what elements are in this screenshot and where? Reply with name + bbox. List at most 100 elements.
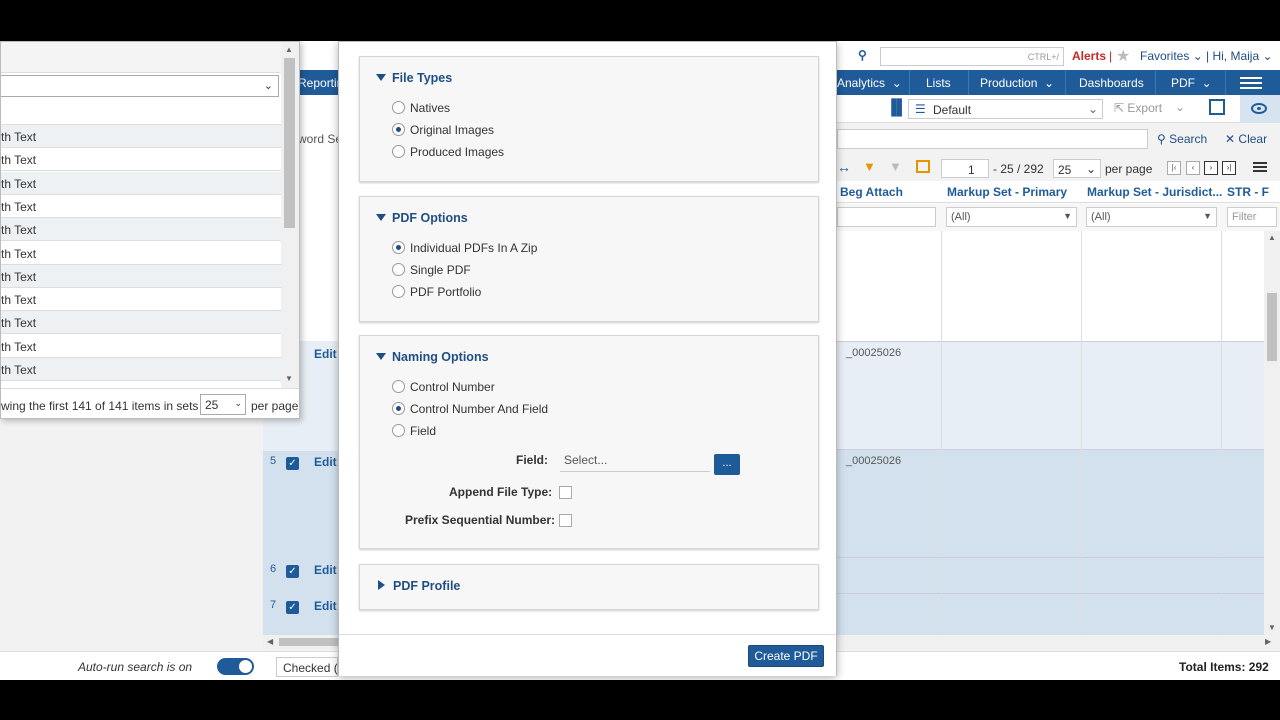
edit-link[interactable]: Edit [314, 347, 337, 361]
alerts-link[interactable]: Alerts [1072, 49, 1106, 63]
per-page-select[interactable]: 25 ⌄ [1053, 159, 1101, 178]
column-header[interactable]: STR - F [1227, 185, 1277, 199]
row-checkbox[interactable]: ✓ [286, 565, 299, 578]
list-item[interactable]: th Text [1, 125, 281, 148]
first-page-icon[interactable]: |‹ [1167, 161, 1181, 175]
append-file-type-checkbox[interactable] [559, 486, 572, 499]
filter-select[interactable]: (All) ▼ [1086, 207, 1217, 227]
user-menu[interactable]: | Hi, Maija ⌄ [1206, 49, 1273, 63]
list-item[interactable]: th Text [1, 194, 281, 218]
layout-icon[interactable] [1209, 99, 1225, 115]
popup-per-page-select[interactable]: 25 ⌄ [200, 394, 246, 415]
search-button[interactable]: ⚲ Search [1157, 132, 1207, 146]
nav-lists[interactable]: Lists [926, 76, 951, 90]
list-item[interactable]: th Text [1, 334, 281, 358]
list-item[interactable]: th Text [1, 264, 281, 288]
pdf-profile-panel: PDF Profile [359, 564, 819, 610]
list-item[interactable]: th Text [1, 311, 281, 335]
bar-chart-icon[interactable]: ▐▌ [886, 99, 907, 116]
popup-header [1, 42, 281, 73]
popup-dropdown[interactable]: ⌄ [1, 75, 279, 97]
filter-input[interactable] [837, 207, 936, 227]
list-item[interactable]: th Text [1, 288, 281, 312]
quick-search-icon[interactable]: ⚲ [858, 48, 867, 62]
create-pdf-button[interactable]: Create PDF [748, 645, 824, 667]
resize-arrows-icon[interactable]: ↔ [837, 159, 851, 175]
nav-dashboards[interactable]: Dashboards [1079, 76, 1144, 90]
filter-icon[interactable]: ▼ [863, 159, 876, 174]
pdf-options-toggle[interactable]: PDF Options [376, 211, 468, 225]
popup-scrollbar[interactable]: ▲ ▼ [281, 42, 299, 388]
column-header[interactable]: Markup Set - Primary [947, 185, 1082, 199]
edit-link[interactable]: Edit [314, 455, 337, 469]
grid-vertical-scrollbar[interactable]: ▲ ▼ [1264, 231, 1280, 635]
chevron-down-icon: ⌄ [1262, 49, 1273, 63]
table-row[interactable] [837, 557, 1264, 593]
row-checkbox[interactable]: ✓ [286, 457, 299, 470]
row-checkbox[interactable]: ✓ [286, 601, 299, 614]
radio-button [392, 101, 405, 114]
edit-link[interactable]: Edit [314, 563, 337, 577]
popup-per-page-label: per page [251, 399, 299, 413]
edit-link[interactable]: Edit [314, 599, 337, 613]
clear-filter-icon[interactable]: ▼ [889, 159, 902, 174]
list-item[interactable]: th Text [1, 218, 281, 242]
page-number-input[interactable]: 1 [941, 159, 989, 178]
nav-pdf[interactable]: PDF ⌄ [1171, 76, 1212, 90]
nav-production[interactable]: Production ⌄ [980, 76, 1054, 90]
favorites-menu[interactable]: Favorites ⌄ [1140, 49, 1203, 63]
caret-right-icon [378, 580, 385, 590]
scroll-thumb[interactable] [284, 58, 295, 228]
field-browse-button[interactable]: ... [714, 454, 740, 475]
search-input[interactable] [837, 129, 1148, 149]
radio-button [392, 424, 405, 437]
chevron-down-icon[interactable]: ⌄ [1175, 100, 1185, 114]
prefix-sequential-checkbox[interactable] [559, 514, 572, 527]
pager: ↔ ▼ ▼ 1 - 25 / 292 25 ⌄ per page |‹ ‹ › … [837, 157, 1280, 179]
pdf-options-modal: File Types Natives Original Images Produ… [338, 41, 837, 676]
filter-select[interactable]: (All) ▼ [946, 207, 1077, 227]
last-page-icon[interactable]: ›| [1222, 161, 1236, 175]
prev-page-icon[interactable]: ‹ [1186, 161, 1200, 175]
columns-icon[interactable] [916, 160, 930, 173]
chevron-down-icon: ⌄ [1044, 76, 1055, 90]
caret-down-icon: ▼ [1063, 211, 1072, 221]
filter-input[interactable]: Filter [1227, 207, 1277, 227]
file-types-toggle[interactable]: File Types [376, 71, 452, 85]
star-icon[interactable]: ★ [1116, 46, 1130, 66]
scroll-right-icon: ▶ [1265, 637, 1272, 646]
grid-menu-icon[interactable] [1253, 162, 1267, 172]
preview-toggle[interactable] [1240, 95, 1280, 123]
chevron-down-icon: ⌄ [891, 76, 902, 90]
list-item[interactable]: th Text [1, 148, 281, 172]
prefix-sequential-label: Prefix Sequential Number: [405, 513, 556, 527]
autorun-toggle[interactable] [217, 658, 254, 675]
popup-filter-row[interactable] [1, 101, 281, 125]
clear-button[interactable]: ✕ Clear [1225, 132, 1267, 146]
pdf-profile-toggle[interactable]: PDF Profile [376, 579, 460, 593]
app-screen: ⚲ CTRL+/ Alerts | ★ Favorites ⌄ | Hi, Ma… [0, 41, 1280, 680]
table-row[interactable] [837, 231, 1264, 341]
per-page-label: per page [1105, 162, 1153, 176]
chevron-down-icon: ⌄ [1087, 102, 1098, 116]
scroll-thumb[interactable] [279, 638, 339, 646]
keyword-search-label: word Se [298, 132, 343, 146]
view-select[interactable]: ☰ Default ⌄ [908, 99, 1103, 119]
field-select[interactable]: Select... [560, 452, 710, 472]
close-icon: ✕ [1225, 132, 1236, 146]
next-page-icon[interactable]: › [1204, 161, 1218, 175]
column-header[interactable]: Markup Set - Jurisdict... [1087, 185, 1222, 199]
list-item[interactable]: th Text [1, 171, 281, 195]
list-item[interactable]: th Text [1, 241, 281, 265]
scroll-thumb[interactable] [1267, 293, 1277, 361]
append-file-type-label: Append File Type: [449, 485, 553, 499]
table-row[interactable] [837, 593, 1264, 635]
nav-analytics[interactable]: Analytics ⌄ [837, 76, 902, 90]
list-item[interactable]: th Text [1, 358, 281, 381]
quick-search-input[interactable]: CTRL+/ [880, 47, 1064, 66]
column-header[interactable]: Beg Attach [840, 185, 940, 199]
hamburger-icon[interactable] [1240, 77, 1262, 89]
naming-options-toggle[interactable]: Naming Options [376, 350, 489, 364]
export-button[interactable]: ⇱ Export [1114, 101, 1162, 115]
checked-select[interactable]: Checked (3 [276, 657, 338, 677]
